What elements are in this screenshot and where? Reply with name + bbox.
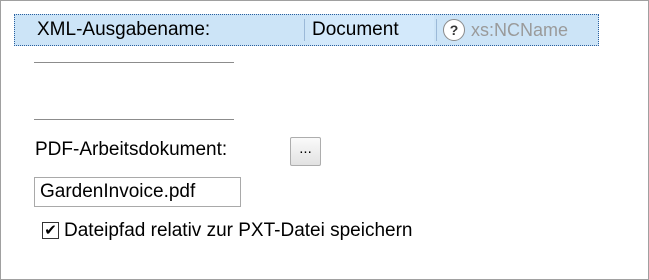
properties-panel: XML-Ausgabename: Document ? xs:NCName PD… [0,0,649,280]
browse-button[interactable]: ... [290,137,321,166]
pdf-working-document-label: PDF-Arbeitsdokument: [35,139,228,160]
separator-line [34,119,234,120]
type-hint-label: xs:NCName [471,20,569,40]
column-divider [436,19,437,41]
column-divider [304,19,305,41]
xml-output-name-label: XML-Ausgabename: [37,19,211,40]
relative-path-checkbox[interactable]: ✔ [42,222,59,239]
xml-output-name-value[interactable]: Document [310,15,434,45]
help-icon[interactable]: ? [443,19,465,41]
relative-path-label[interactable]: Dateipfad relativ zur PXT-Datei speicher… [64,219,413,243]
separator-line [34,62,234,63]
xml-output-name-row[interactable]: XML-Ausgabename: Document ? xs:NCName [14,14,599,46]
pdf-file-name-field[interactable]: GardenInvoice.pdf [34,177,241,207]
